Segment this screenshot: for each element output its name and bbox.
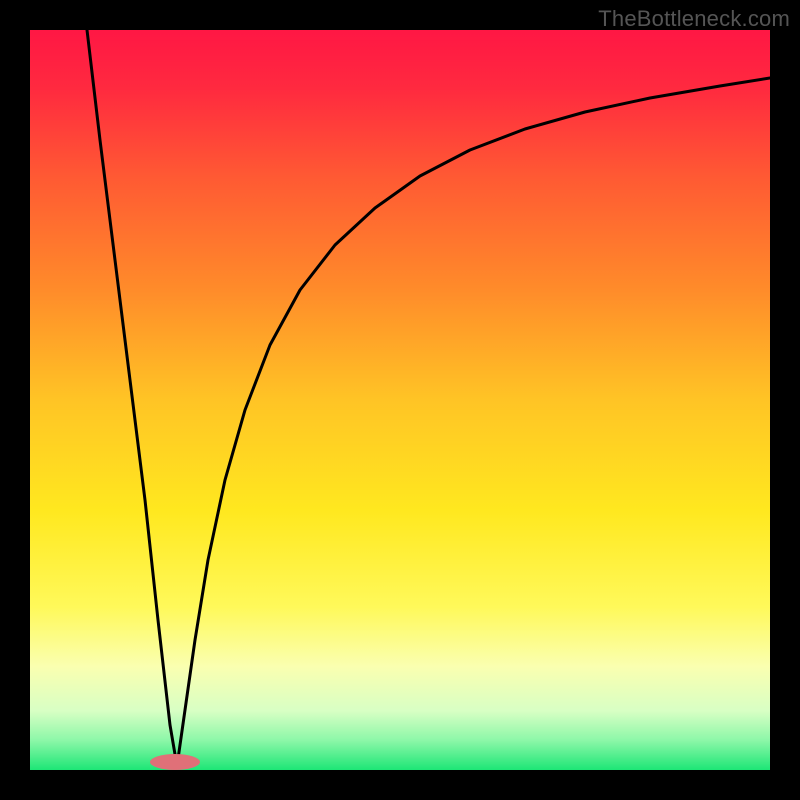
- watermark-label: TheBottleneck.com: [598, 6, 790, 32]
- plot-background: [30, 30, 770, 770]
- bottleneck-chart: [30, 30, 770, 770]
- chart-frame: TheBottleneck.com: [0, 0, 800, 800]
- bottleneck-marker: [150, 754, 200, 770]
